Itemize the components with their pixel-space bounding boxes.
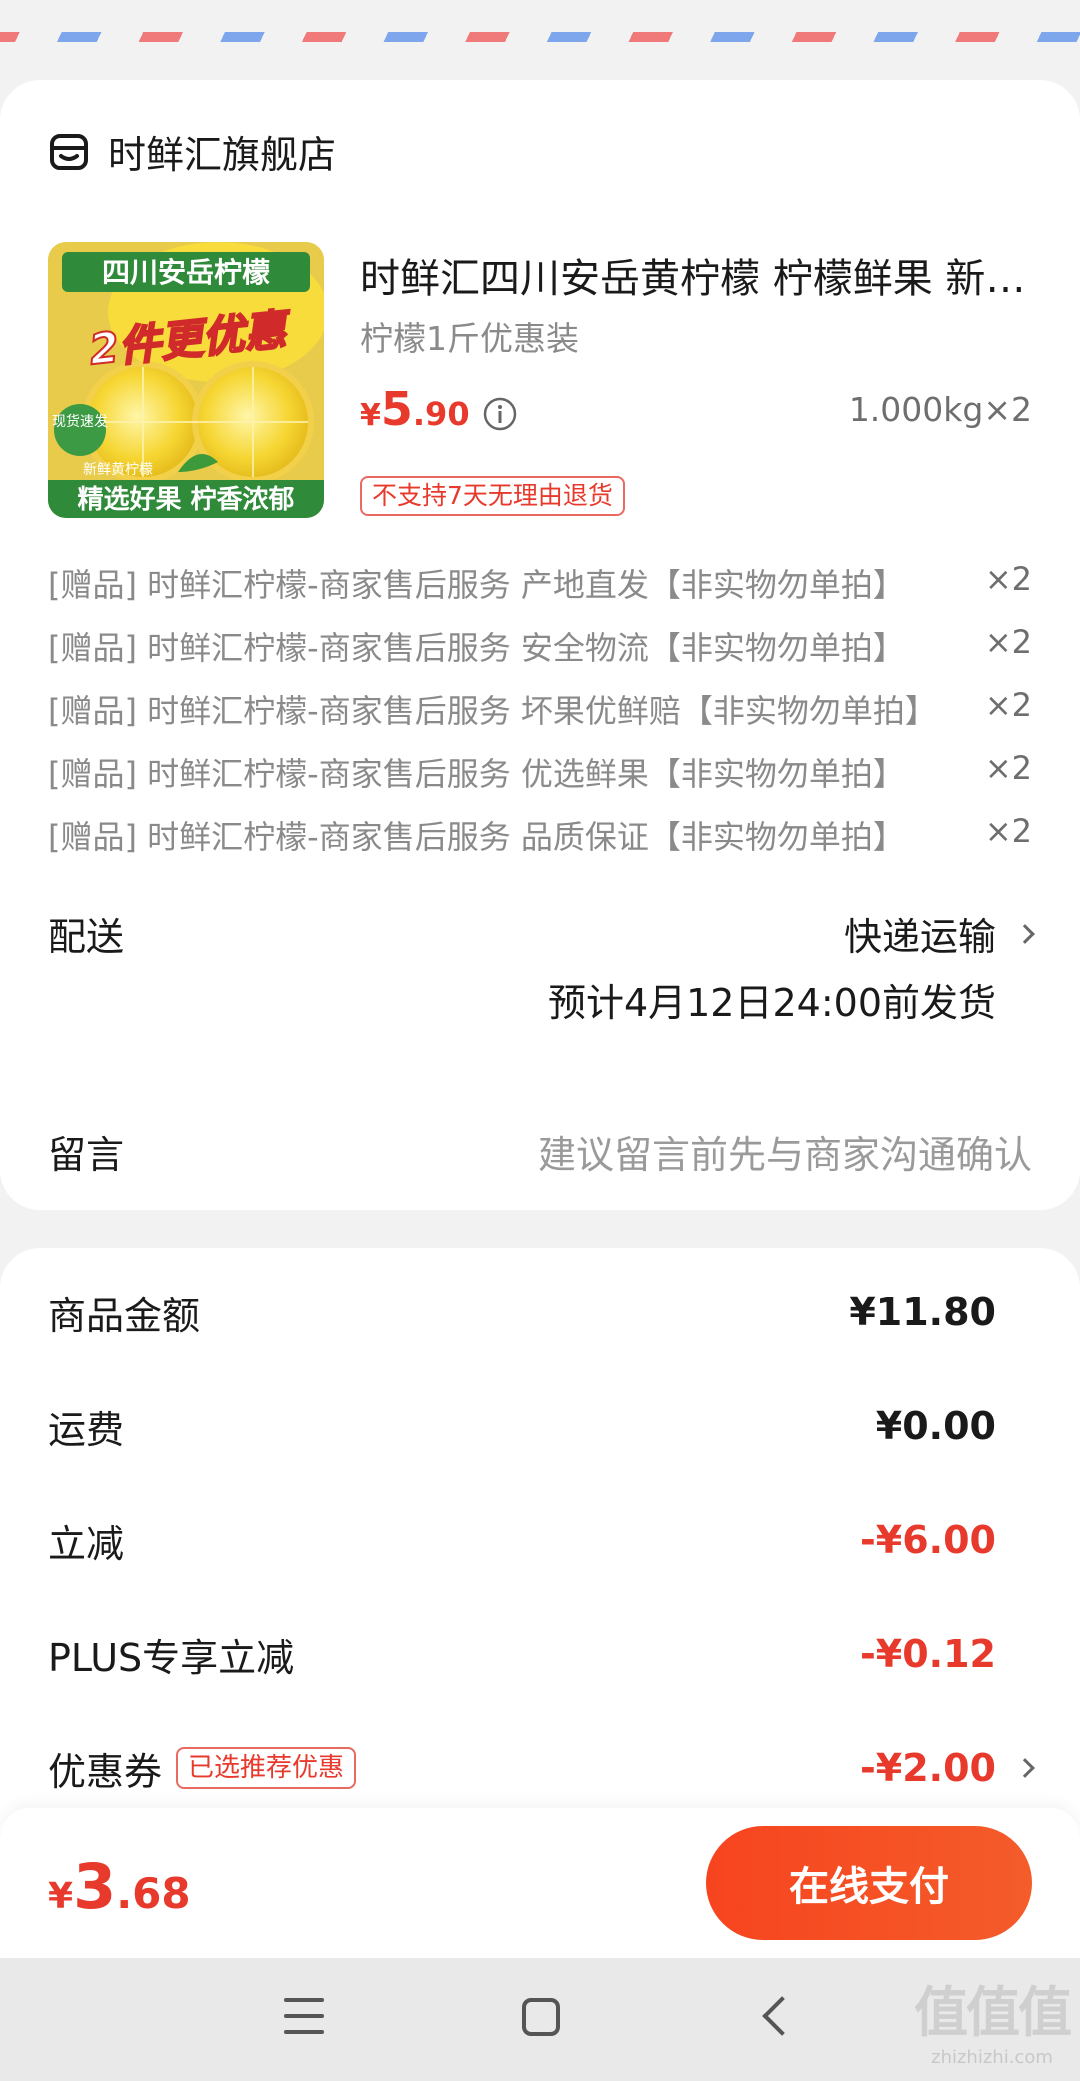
gift-item: [赠品] 时鲜汇柠檬-商家售后服务 优选鲜果【非实物勿单拍】 ×2: [48, 749, 1032, 812]
chevron-right-icon: [1015, 923, 1035, 944]
image-bottom-text: 精选好果 柠香浓郁: [77, 484, 294, 515]
order-card: 时鲜汇旗舰店 四川安岳柠檬 2件更优惠 现货速发 新鲜黄柠檬 精选好果 柠香浓郁…: [0, 80, 1080, 1210]
delivery-label: 配送: [48, 915, 125, 959]
product-spec: 柠檬1斤优惠装: [360, 319, 579, 358]
store-icon: [50, 133, 88, 170]
delivery-method-button[interactable]: 快递运输: [843, 906, 1035, 961]
product-quantity: 1.000kg×2: [848, 390, 1032, 429]
gift-name: [赠品] 时鲜汇柠檬-商家售后服务 坏果优鲜赔【非实物勿单拍】: [48, 692, 937, 730]
image-badge-text: 现货速发: [52, 413, 108, 430]
system-nav-bar: 值值值 zhizhizhi.com: [0, 1958, 1080, 2081]
gift-name: [赠品] 时鲜汇柠檬-商家售后服务 产地直发【非实物勿单拍】: [48, 566, 905, 604]
price-decimal: .90: [412, 395, 470, 433]
message-input[interactable]: 建议留言前先与商家沟通确认: [538, 1124, 1032, 1179]
price-integer: 5: [380, 382, 413, 436]
shop-name: 时鲜汇旗舰店: [108, 133, 337, 177]
recent-apps-icon[interactable]: [284, 1998, 324, 2034]
shipping-fee-label: 运费: [48, 1407, 125, 1452]
gift-qty: ×2: [984, 812, 1032, 850]
image-banner-text: 四川安岳柠檬: [102, 256, 270, 289]
total-symbol: ¥: [48, 1876, 74, 1917]
shop-header[interactable]: 时鲜汇旗舰店: [48, 124, 336, 179]
total-decimal: .68: [116, 1869, 191, 1918]
discount-row: 立减 -¥6.00: [48, 1510, 1032, 1570]
gift-qty: ×2: [984, 686, 1032, 724]
gift-item: [赠品] 时鲜汇柠檬-商家售后服务 品质保证【非实物勿单拍】 ×2: [48, 812, 1032, 875]
price-summary-card: 商品金额 ¥11.80 运费 ¥0.00 立减 -¥6.00 PLUS专享立减 …: [0, 1248, 1080, 1868]
gift-name: [赠品] 时鲜汇柠檬-商家售后服务 安全物流【非实物勿单拍】: [48, 629, 905, 667]
plus-discount-label: PLUS专享立减: [48, 1635, 295, 1680]
watermark-url: zhizhizhi.com: [931, 2047, 1053, 2068]
coupon-label: 优惠券: [48, 1749, 163, 1794]
gift-item: [赠品] 时鲜汇柠檬-商家售后服务 安全物流【非实物勿单拍】 ×2: [48, 623, 1032, 686]
gift-name: [赠品] 时鲜汇柠檬-商家售后服务 优选鲜果【非实物勿单拍】: [48, 755, 905, 793]
home-icon[interactable]: [522, 1998, 560, 2036]
chevron-right-icon: [1015, 1758, 1035, 1778]
delivery-eta: 预计4月12日24:00前发货: [547, 981, 996, 1025]
total-integer: 3: [73, 1850, 117, 1923]
message-label: 留言: [48, 1133, 125, 1177]
discount-label: 立减: [48, 1521, 125, 1566]
product-title[interactable]: 时鲜汇四川安岳黄柠檬 柠檬鲜果 新鲜水果 1斤优惠装: [360, 246, 1030, 304]
plus-discount-value: -¥0.12: [860, 1632, 996, 1676]
gift-qty: ×2: [984, 749, 1032, 787]
total-price: ¥ 3 .68: [48, 1850, 191, 1923]
goods-amount-label: 商品金额: [48, 1293, 201, 1338]
coupon-tag: 已选推荐优惠: [176, 1747, 357, 1789]
back-icon[interactable]: [762, 1996, 802, 2036]
shipping-fee-value: ¥0.00: [875, 1404, 996, 1448]
gift-qty: ×2: [984, 560, 1032, 598]
shipping-fee-row: 运费 ¥0.00: [48, 1396, 1032, 1456]
plus-discount-row: PLUS专享立减 -¥0.12: [48, 1624, 1032, 1684]
coupon-row[interactable]: 优惠券 已选推荐优惠 -¥2.00: [48, 1738, 1035, 1798]
product-image[interactable]: 四川安岳柠檬 2件更优惠 现货速发 新鲜黄柠檬 精选好果 柠香浓郁: [48, 242, 324, 518]
gift-item: [赠品] 时鲜汇柠檬-商家售后服务 坏果优鲜赔【非实物勿单拍】 ×2: [48, 686, 1032, 749]
discount-value: -¥6.00: [860, 1518, 996, 1562]
gift-item: [赠品] 时鲜汇柠檬-商家售后服务 产地直发【非实物勿单拍】 ×2: [48, 560, 1032, 623]
gift-name: [赠品] 时鲜汇柠檬-商家售后服务 品质保证【非实物勿单拍】: [48, 818, 905, 856]
no-return-tag: 不支持7天无理由退货: [360, 476, 625, 516]
gift-qty: ×2: [984, 623, 1032, 661]
product-price: ¥ 5 .90: [360, 382, 470, 436]
pay-online-button[interactable]: 在线支付: [706, 1826, 1032, 1940]
coupon-value: -¥2.00: [860, 1746, 996, 1790]
info-icon[interactable]: [482, 396, 518, 432]
airmail-border: [0, 0, 1080, 44]
watermark: 值值值 zhizhizhi.com: [914, 1968, 1072, 2068]
price-symbol: ¥: [360, 398, 381, 433]
delivery-method: 快递运输: [843, 915, 996, 959]
watermark-text: 值值值: [914, 1981, 1072, 2044]
goods-amount-row: 商品金额 ¥11.80: [48, 1282, 1032, 1342]
pay-bar: ¥ 3 .68 在线支付: [0, 1808, 1080, 1958]
image-small-text: 新鲜黄柠檬: [83, 461, 153, 478]
goods-amount-value: ¥11.80: [849, 1290, 996, 1334]
gift-list: [赠品] 时鲜汇柠檬-商家售后服务 产地直发【非实物勿单拍】 ×2 [赠品] 时…: [48, 560, 1032, 875]
